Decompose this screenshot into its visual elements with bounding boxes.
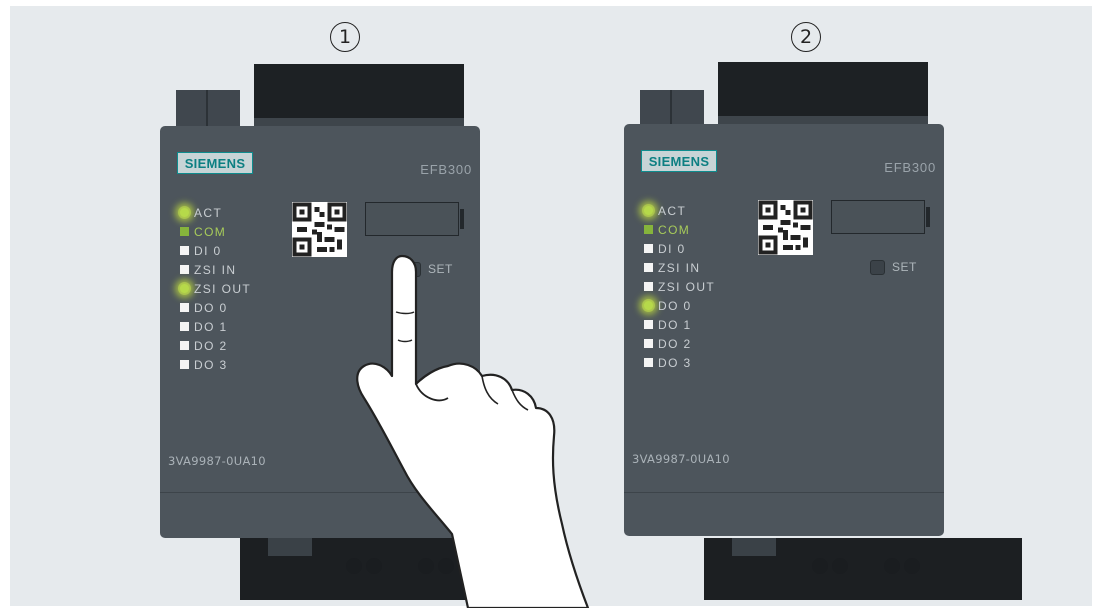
terminal-hole [904, 558, 920, 574]
device-body: SIEMENS EFB300 SET ACT COM DI 0 ZSI IN Z… [624, 124, 944, 536]
led-label: ZSI OUT [194, 281, 252, 296]
led-row-do0: DO 0 [180, 298, 251, 317]
led-label: DO 0 [194, 300, 228, 315]
led-off-icon [180, 360, 189, 369]
led-blinking-icon [644, 206, 653, 215]
led-off-icon [644, 244, 653, 253]
pointing-hand-icon [356, 254, 590, 608]
led-off-icon [644, 320, 653, 329]
led-off-icon [180, 303, 189, 312]
led-row-di0: DI 0 [644, 239, 715, 258]
led-row-do0: DO 0 [644, 296, 715, 315]
led-indicator-list: ACT COM DI 0 ZSI IN ZSI OUT DO 0 DO 1 DO… [180, 203, 251, 374]
led-on-icon [644, 225, 653, 234]
led-label: DO 2 [658, 336, 692, 351]
led-row-com: COM [644, 220, 715, 239]
led-row-do3: DO 3 [644, 353, 715, 372]
led-row-zsi-out: ZSI OUT [180, 279, 251, 298]
terminal-hole [832, 558, 848, 574]
led-row-di0: DI 0 [180, 241, 251, 260]
led-off-icon [644, 358, 653, 367]
display-window [831, 200, 930, 234]
led-off-icon [644, 263, 653, 272]
led-label: DO 0 [658, 298, 692, 313]
step-number-2: 2 [791, 22, 821, 52]
terminal-hole [884, 558, 900, 574]
led-off-icon [180, 265, 189, 274]
terminal-hole [812, 558, 828, 574]
body-divider [624, 492, 944, 493]
part-number: 3VA9987-0UA10 [632, 452, 730, 466]
led-row-zsi-in: ZSI IN [644, 258, 715, 277]
led-row-do1: DO 1 [644, 315, 715, 334]
qr-code-icon [758, 200, 813, 255]
qr-code-icon [292, 202, 347, 257]
led-on-icon [180, 227, 189, 236]
model-label: EFB300 [884, 160, 936, 175]
led-label: DO 1 [658, 317, 692, 332]
led-label: DO 3 [658, 355, 692, 370]
led-row-zsi-out: ZSI OUT [644, 277, 715, 296]
led-row-com: COM [180, 222, 251, 241]
siemens-logo: SIEMENS [177, 152, 253, 174]
bottom-connector-tab [732, 538, 776, 556]
led-row-do1: DO 1 [180, 317, 251, 336]
part-number: 3VA9987-0UA10 [168, 454, 266, 468]
led-label: ACT [194, 205, 223, 220]
bottom-connector-tab [268, 538, 312, 556]
led-row-act: ACT [644, 201, 715, 220]
top-connector-block [254, 64, 464, 126]
led-label: DO 2 [194, 338, 228, 353]
led-label: ZSI IN [194, 262, 237, 277]
led-label: COM [194, 224, 227, 239]
led-label: ZSI OUT [658, 279, 716, 294]
step-number-1: 1 [330, 22, 360, 52]
led-off-icon [180, 246, 189, 255]
top-connector-small [640, 90, 704, 128]
led-label: COM [658, 222, 691, 237]
led-blinking-icon [644, 301, 653, 310]
led-row-zsi-in: ZSI IN [180, 260, 251, 279]
led-label: DI 0 [658, 241, 686, 256]
siemens-logo: SIEMENS [641, 150, 717, 172]
set-button[interactable] [870, 260, 885, 275]
led-blinking-icon [180, 284, 189, 293]
led-indicator-list: ACT COM DI 0 ZSI IN ZSI OUT DO 0 DO 1 DO… [644, 201, 715, 372]
led-off-icon [180, 341, 189, 350]
led-label: DI 0 [194, 243, 222, 258]
top-connector-block [718, 62, 928, 124]
led-label: ACT [658, 203, 687, 218]
led-off-icon [644, 282, 653, 291]
display-window [365, 202, 464, 236]
led-label: ZSI IN [658, 260, 701, 275]
led-label: DO 3 [194, 357, 228, 372]
led-off-icon [180, 322, 189, 331]
led-row-do2: DO 2 [180, 336, 251, 355]
led-off-icon [644, 339, 653, 348]
led-row-do2: DO 2 [644, 334, 715, 353]
led-row-do3: DO 3 [180, 355, 251, 374]
top-connector-small [176, 90, 240, 128]
led-blinking-icon [180, 208, 189, 217]
led-label: DO 1 [194, 319, 228, 334]
model-label: EFB300 [420, 162, 472, 177]
led-row-act: ACT [180, 203, 251, 222]
set-button-label: SET [892, 260, 917, 274]
